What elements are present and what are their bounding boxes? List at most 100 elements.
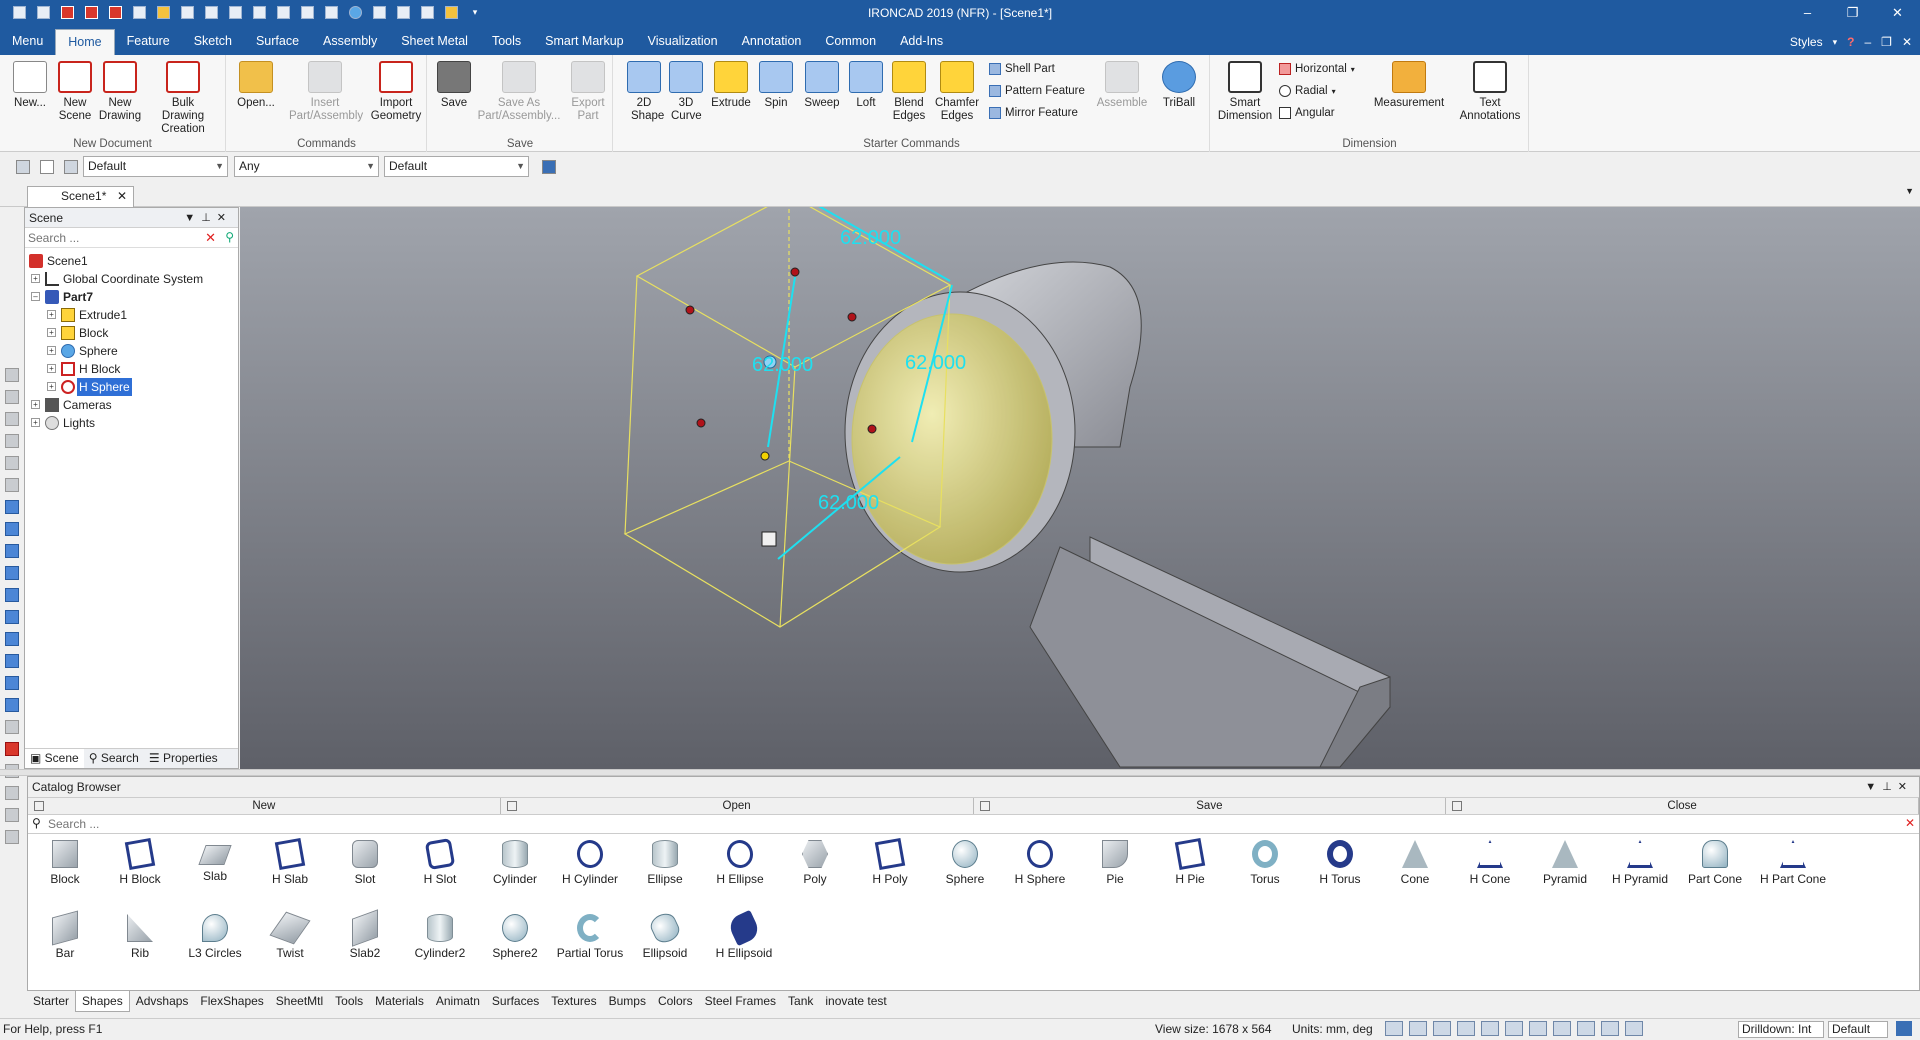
view-top-icon[interactable] xyxy=(5,588,19,602)
save-button[interactable]: Save xyxy=(436,61,472,110)
styles-dropdown[interactable]: Styles xyxy=(1790,35,1823,49)
handle[interactable] xyxy=(847,312,857,322)
tree-item-extrude1[interactable]: + Extrude1 xyxy=(25,306,238,324)
snap-tool-icon[interactable] xyxy=(5,720,19,734)
close-window-button[interactable]: ✕ xyxy=(1875,0,1920,25)
filter-icon[interactable]: ⚲ xyxy=(225,230,234,244)
view-tool-icon-2[interactable] xyxy=(5,390,19,404)
layer-combo[interactable]: Default ▼ xyxy=(384,156,529,177)
view-tool-icon-4[interactable] xyxy=(5,434,19,448)
open-button[interactable]: Open... xyxy=(235,61,277,110)
catalog-item-hblock[interactable]: H Block xyxy=(103,835,177,907)
catalog-item-sphere[interactable]: Sphere xyxy=(928,835,1002,907)
view-iso-icon[interactable] xyxy=(5,632,19,646)
tab-bumps[interactable]: Bumps xyxy=(603,991,652,1012)
dimension-label-bottom[interactable]: 62.000 xyxy=(818,492,879,514)
smart-dimension-button[interactable]: Smart Dimension xyxy=(1213,61,1277,123)
tabs-overflow-icon[interactable]: ▼ xyxy=(1905,186,1914,196)
catalog-item-hpyramid[interactable]: H Pyramid xyxy=(1603,835,1677,907)
new-drawing-icon[interactable] xyxy=(80,3,102,23)
tab-search[interactable]: ⚲ Search xyxy=(84,749,144,768)
expand-icon[interactable]: + xyxy=(47,310,56,319)
expand-icon[interactable]: + xyxy=(47,346,56,355)
style-dropdown[interactable]: Default xyxy=(1828,1021,1888,1038)
sweep-button[interactable]: Sweep xyxy=(800,61,844,110)
tab-menu[interactable]: Menu xyxy=(0,29,55,55)
tab-textures[interactable]: Textures xyxy=(545,991,602,1012)
tab-inovate-test[interactable]: inovate test xyxy=(819,991,892,1012)
tab-steel-frames[interactable]: Steel Frames xyxy=(699,991,782,1012)
view-back-icon[interactable] xyxy=(5,522,19,536)
save-all-icon[interactable] xyxy=(200,3,222,23)
style-combo[interactable]: Default ▼ xyxy=(83,156,228,177)
catalog-item-l3-circles[interactable]: L3 Circles xyxy=(178,909,252,981)
catalog-open-button[interactable]: Open xyxy=(501,798,974,814)
zoom-fit-icon[interactable] xyxy=(1385,1021,1403,1036)
help-icon[interactable]: ? xyxy=(1847,35,1854,49)
new-drawing-button[interactable]: New Drawing xyxy=(97,61,143,123)
tab-sheet-metal[interactable]: Sheet Metal xyxy=(389,29,480,55)
tab-shapes[interactable]: Shapes xyxy=(75,991,130,1012)
dimension-label-center[interactable]: 62.000 xyxy=(752,354,813,376)
triball-icon[interactable] xyxy=(392,3,414,23)
view-left-icon[interactable] xyxy=(5,544,19,558)
tree-item-sphere[interactable]: + Sphere xyxy=(25,342,238,360)
tab-sketch[interactable]: Sketch xyxy=(182,29,244,55)
expand-icon[interactable]: + xyxy=(31,400,40,409)
3d-viewport[interactable]: 62.000 62.000 62.000 62.000 xyxy=(240,207,1920,769)
catalog-item-cylinder[interactable]: Cylinder xyxy=(478,835,552,907)
view-tool-icon-3[interactable] xyxy=(5,412,19,426)
zoom-icon[interactable] xyxy=(1409,1021,1427,1036)
tab-animatn[interactable]: Animatn xyxy=(430,991,486,1012)
catalog-pin-icon[interactable]: ⊥ xyxy=(1882,781,1898,793)
ribbon-minimize-icon[interactable]: – xyxy=(1864,35,1871,49)
import-geometry-button[interactable]: Import Geometry xyxy=(367,61,425,123)
catalog-item-ellipsoid[interactable]: Ellipsoid xyxy=(628,909,702,981)
status-config-icon[interactable] xyxy=(1896,1021,1912,1036)
maximize-button[interactable]: ❐ xyxy=(1830,0,1875,25)
minimize-button[interactable]: – xyxy=(1785,0,1830,25)
triball-button[interactable]: TriBall xyxy=(1154,61,1204,110)
dimension-label-top[interactable]: 62.000 xyxy=(840,227,901,249)
radial-button[interactable]: Radial ▾ xyxy=(1279,85,1336,97)
insert-icon[interactable] xyxy=(248,3,270,23)
orient-icon[interactable] xyxy=(1481,1021,1499,1036)
print-icon[interactable] xyxy=(128,3,150,23)
hierarchy-icon[interactable] xyxy=(540,158,558,176)
bulk-drawing-icon[interactable] xyxy=(104,3,126,23)
2d-shape-button[interactable]: 2D Shape xyxy=(624,61,664,123)
tree-item-part7[interactable]: – Part7 xyxy=(25,288,238,306)
catalog-item-cone[interactable]: Cone xyxy=(1378,835,1452,907)
blend-edges-button[interactable]: Blend Edges xyxy=(888,61,930,123)
catalog-item-rib[interactable]: Rib xyxy=(103,909,177,981)
new-icon[interactable] xyxy=(32,3,54,23)
catalog-item-cylinder2[interactable]: Cylinder2 xyxy=(403,909,477,981)
tab-catalog-tools[interactable]: Tools xyxy=(329,991,369,1012)
catalog-item-slab[interactable]: Slab xyxy=(178,835,252,907)
camera-icon[interactable] xyxy=(272,3,294,23)
zoom-tool-icon[interactable] xyxy=(5,830,19,844)
tab-scene1[interactable]: Scene1* ✕ xyxy=(27,186,134,207)
tab-visualization[interactable]: Visualization xyxy=(636,29,730,55)
select-status-icon[interactable] xyxy=(1625,1021,1643,1036)
horizontal-button[interactable]: Horizontal ▾ xyxy=(1279,63,1355,75)
catalog-item-pie[interactable]: Pie xyxy=(1078,835,1152,907)
catalog-item-hcylinder[interactable]: H Cylinder xyxy=(553,835,627,907)
tab-advshaps[interactable]: Advshaps xyxy=(130,991,195,1012)
catalog-item-hcone[interactable]: H Cone xyxy=(1453,835,1527,907)
expand-icon[interactable]: + xyxy=(31,418,40,427)
insert-part-button[interactable]: Insert Part/Assembly xyxy=(285,61,365,123)
sizebox-toggle-icon[interactable] xyxy=(761,531,777,547)
catalog-item-partial-torus[interactable]: Partial Torus xyxy=(553,909,627,981)
triad-status-icon[interactable] xyxy=(1601,1021,1619,1036)
list-icon[interactable] xyxy=(416,3,438,23)
tab-home[interactable]: Home xyxy=(55,29,115,55)
view-mode-icon[interactable] xyxy=(1433,1021,1451,1036)
tab-surfaces[interactable]: Surfaces xyxy=(486,991,545,1012)
expand-icon[interactable]: + xyxy=(31,274,40,283)
close-tab-icon[interactable]: ✕ xyxy=(117,187,127,206)
spin-button[interactable]: Spin xyxy=(756,61,796,110)
catalog-item-sphere2[interactable]: Sphere2 xyxy=(478,909,552,981)
tab-assembly[interactable]: Assembly xyxy=(311,29,389,55)
filter-combo[interactable]: Any ▼ xyxy=(234,156,379,177)
